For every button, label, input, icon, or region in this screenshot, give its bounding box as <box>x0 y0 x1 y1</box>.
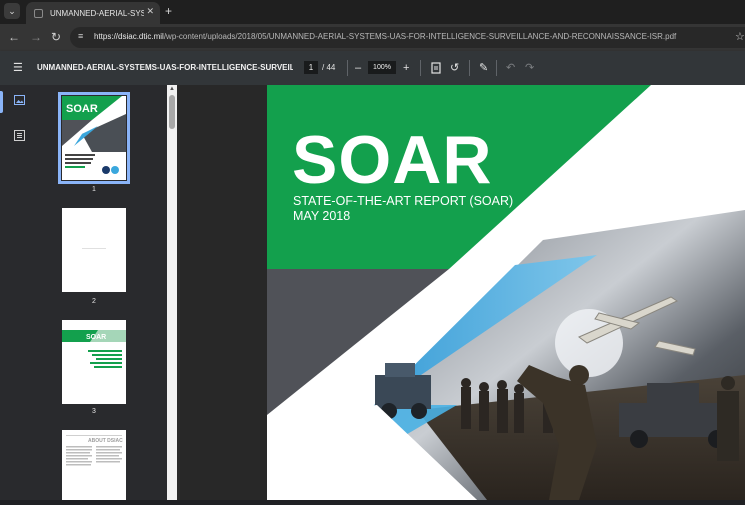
active-indicator <box>0 91 3 113</box>
back-arrow-icon[interactable]: ← <box>8 30 20 44</box>
globe-icon <box>34 8 43 18</box>
cover-subtitle-line1: STATE-OF-THE-ART REPORT (SOAR) <box>293 194 514 208</box>
thumbnail-label-2: 2 <box>92 298 96 305</box>
sidebar-icon-rail <box>0 85 40 500</box>
thumbnail-label-3: 3 <box>92 408 96 415</box>
thumbnail-4-title: ABOUT DSIAC <box>88 438 123 444</box>
thumbnails-view-icon[interactable] <box>14 95 25 108</box>
zoom-out-button[interactable]: – <box>355 62 361 74</box>
undo-icon[interactable]: ↶ <box>506 62 515 74</box>
page-number-input[interactable]: 1 <box>304 61 318 74</box>
navigation-bar: ← → ↻ ≡ https://dsiac.dtic.mil/wp-conten… <box>0 24 745 51</box>
rotate-icon[interactable]: ↺ <box>450 62 459 74</box>
page-thumbnail-2[interactable] <box>62 208 126 292</box>
tab-title: UNMANNED-AERIAL-SYSTEMS <box>50 8 144 18</box>
thumbnail-scrollbar[interactable]: ▲ <box>167 85 177 500</box>
thumbnail-label-1: 1 <box>92 186 96 193</box>
page-thumbnail-1[interactable]: SOAR <box>58 92 130 184</box>
url-text[interactable]: https://dsiac.dtic.mil/wp-content/upload… <box>94 32 676 41</box>
tab-strip: ⌄ UNMANNED-AERIAL-SYSTEMS ✕ + <box>0 0 745 24</box>
pdf-toolbar: ☰ UNMANNED-AERIAL-SYSTEMS-UAS-FOR-INTELL… <box>0 51 745 85</box>
tab-search-button[interactable]: ⌄ <box>4 3 20 19</box>
address-bar[interactable]: ≡ https://dsiac.dtic.mil/wp-content/uplo… <box>70 27 745 48</box>
browser-tab[interactable]: UNMANNED-AERIAL-SYSTEMS ✕ <box>26 2 160 24</box>
page-total: / 44 <box>322 63 336 72</box>
annotate-pen-icon[interactable]: ✎ <box>479 62 488 74</box>
document-title: UNMANNED-AERIAL-SYSTEMS-UAS-FOR-INTELLIG… <box>37 63 293 72</box>
new-tab-button[interactable]: + <box>165 4 172 18</box>
cover-date: MAY 2018 <box>293 209 351 223</box>
forward-arrow-icon[interactable]: → <box>30 30 42 44</box>
cover-subtitle: STATE-OF-THE-ART REPORT (SOAR) MAY 2018 <box>293 194 513 224</box>
site-info-icon[interactable]: ≡ <box>78 31 90 43</box>
pdf-page-1: SOAR STATE-OF-THE-ART REPORT (SOAR) MAY … <box>267 85 745 500</box>
close-icon[interactable]: ✕ <box>146 6 154 17</box>
thumbnail-1-preview: SOAR <box>62 96 126 180</box>
toolbar-divider <box>420 60 421 76</box>
zoom-in-button[interactable]: + <box>403 62 409 74</box>
thumbnail-3-title: SOAR <box>86 334 106 341</box>
fit-page-icon[interactable] <box>431 62 441 77</box>
cover-title: SOAR <box>292 122 493 198</box>
redo-icon[interactable]: ↷ <box>525 62 534 74</box>
toolbar-divider <box>347 60 348 76</box>
thumbnail-3-preview: SOAR <box>62 320 126 404</box>
menu-icon[interactable]: ☰ <box>13 62 23 74</box>
thumbnail-4-preview: ABOUT DSIAC <box>62 430 126 500</box>
url-path: /wp-content/uploads/2018/05/UNMANNED-AER… <box>163 32 677 41</box>
thumbnail-2-preview <box>62 208 126 292</box>
page-thumbnail-3[interactable]: SOAR <box>62 320 126 404</box>
scrollbar-thumb[interactable] <box>169 95 175 129</box>
bookmark-star-icon[interactable]: ☆ <box>735 30 745 43</box>
reload-icon[interactable]: ↻ <box>51 30 61 44</box>
outline-view-icon[interactable] <box>14 130 25 144</box>
url-host: https://dsiac.dtic.mil <box>94 32 164 41</box>
chevron-down-icon: ⌄ <box>8 5 16 16</box>
page-thumbnail-4[interactable]: ABOUT DSIAC <box>62 430 126 500</box>
toolbar-divider <box>496 60 497 76</box>
thumbnail-1-title: SOAR <box>66 103 98 115</box>
zoom-input[interactable]: 100% <box>368 61 396 74</box>
pdf-viewer: SOAR STATE-OF-THE-ART REPORT (SOAR) MAY … <box>177 85 745 500</box>
toolbar-divider <box>469 60 470 76</box>
scroll-up-arrow-icon[interactable]: ▲ <box>169 86 175 92</box>
